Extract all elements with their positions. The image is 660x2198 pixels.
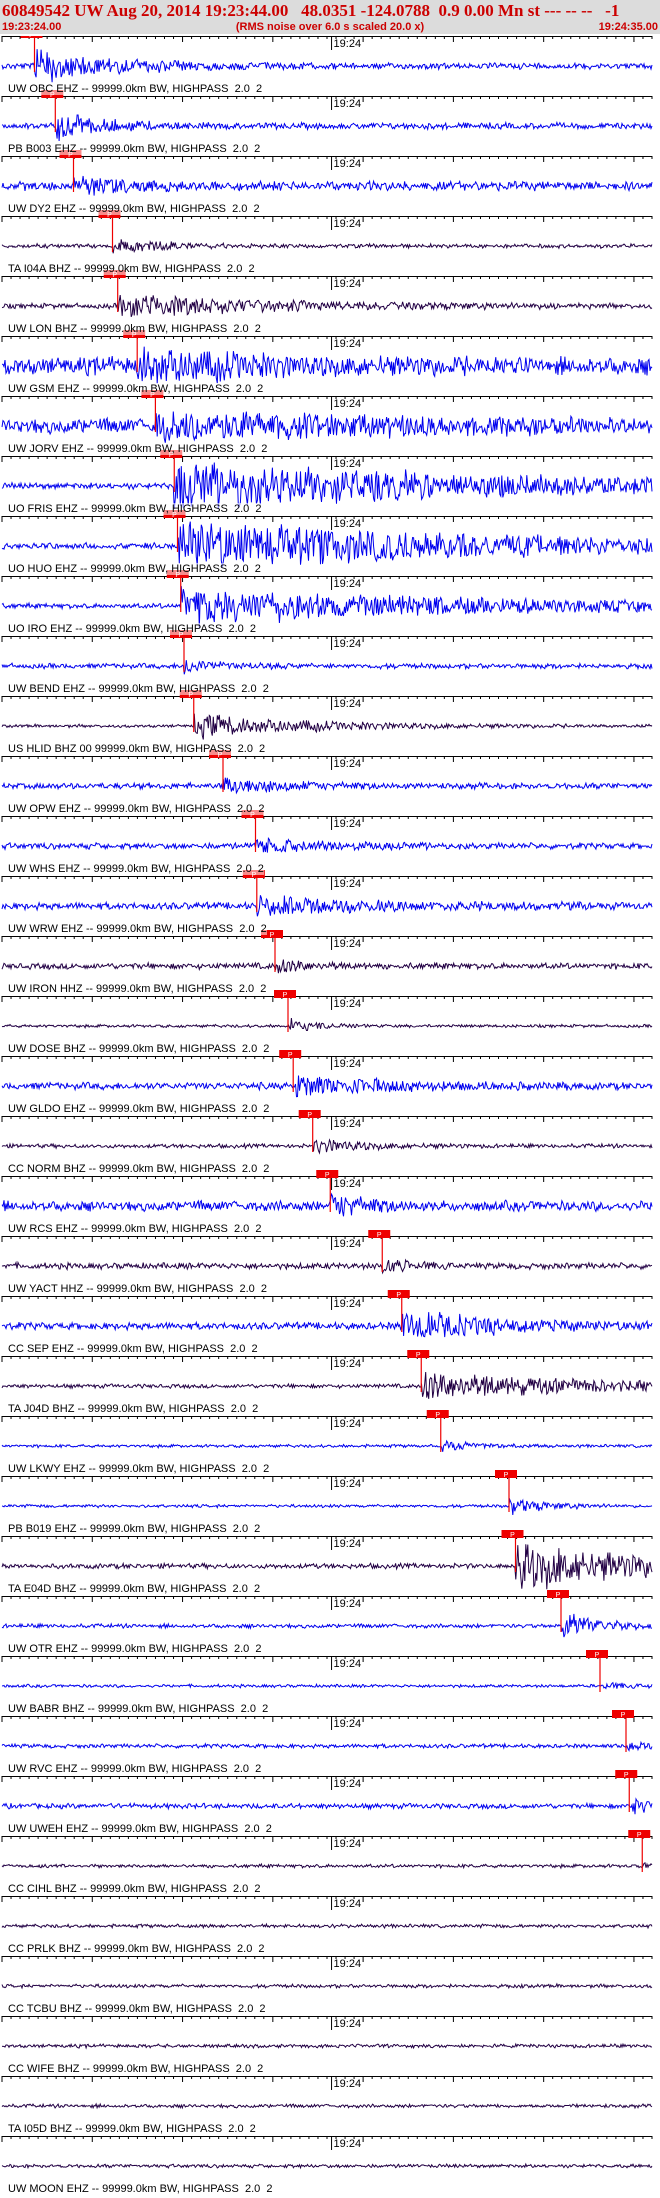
waveform-trace — [1, 1371, 653, 1399]
pick-label: P — [504, 1472, 509, 1479]
waveform-trace — [1, 1681, 653, 1690]
waveform-trace — [1, 1075, 653, 1098]
waveform-trace — [1, 49, 653, 83]
pick-label: P — [29, 36, 34, 39]
waveform-trace — [1, 175, 653, 196]
waveform-trace — [1, 1439, 653, 1452]
waveform-trace — [1, 777, 653, 795]
pick-label: P — [68, 152, 73, 159]
pick-label: P — [637, 1832, 642, 1839]
waveform-trace — [1, 462, 653, 510]
waveform-trace — [1, 836, 653, 853]
pick-label: P — [510, 1532, 515, 1539]
waveform-trace — [1, 1797, 653, 1815]
pick-label: P — [169, 452, 174, 459]
pick-label: P — [250, 812, 255, 819]
pick-label: P — [179, 632, 184, 639]
waveform-trace — [1, 521, 653, 568]
pick-label: P — [251, 872, 256, 879]
waveform-trace — [1, 1544, 653, 1590]
waveform-trace — [1, 239, 653, 254]
rms-note: (RMS noise over 6.0 s scaled 20.0 x) — [235, 21, 425, 33]
waveform-trace — [1, 1497, 653, 1515]
event-title: 60849542 UW Aug 20, 2014 19:23:44.00 48.… — [2, 1, 620, 20]
pick-label: P — [50, 92, 55, 99]
pick-label: P — [188, 692, 193, 699]
waveform-trace — [1, 713, 653, 740]
pick-label: P — [595, 1652, 600, 1659]
pick-label: P — [112, 272, 117, 279]
pick-label: P — [325, 1172, 330, 1179]
pick-label: P — [307, 1112, 312, 1119]
waveform-trace — [1, 895, 653, 917]
waveform-trace — [1, 1740, 653, 1752]
seismogram-plot: P P P P P P P P P P P P P P P P P P P P P P P P P P P P P P P — [1, 36, 653, 2170]
pick-label: P — [175, 572, 180, 579]
pick-label: P — [556, 1592, 561, 1599]
waveform-trace — [1, 1258, 653, 1275]
waveform-trace — [1, 294, 653, 317]
pick-label: P — [150, 392, 155, 399]
waveform-trace — [1, 411, 653, 443]
pick-label: P — [435, 1412, 440, 1419]
waveform-trace — [1, 1613, 653, 1638]
waveform-trace — [1, 586, 653, 629]
waveform-trace — [1, 1861, 653, 1870]
pick-label: P — [132, 332, 137, 339]
waveform-trace — [1, 1018, 653, 1032]
pick-label: P — [621, 1712, 626, 1719]
pick-label: P — [288, 1052, 293, 1059]
waveform-trace — [1, 2102, 653, 2110]
pick-label: P — [107, 212, 112, 219]
end-time-label: 19:24:35.00 — [598, 21, 658, 33]
pick-label: P — [396, 1292, 401, 1299]
waveform-trace — [1, 2162, 653, 2170]
pick-label: P — [218, 752, 223, 759]
pick-label: P — [624, 1772, 629, 1779]
pick-label: P — [270, 932, 275, 939]
waveform-trace — [1, 346, 653, 384]
waveform-trace — [1, 660, 653, 675]
waveform-trace — [1, 1138, 653, 1155]
header-bar: 60849542 UW Aug 20, 2014 19:23:44.00 48.… — [0, 0, 660, 34]
waveform-trace — [1, 114, 653, 142]
pick-label: P — [283, 992, 288, 999]
waveform-trace — [1, 959, 653, 974]
waveform-trace — [1, 1192, 653, 1217]
waveform-trace — [1, 1982, 653, 1990]
pick-label: P — [172, 512, 177, 519]
pick-label: P — [377, 1232, 382, 1239]
waveform-trace — [1, 2042, 653, 2050]
waveform-trace — [1, 1311, 653, 1338]
pick-label: P — [416, 1352, 421, 1359]
waveform-trace — [1, 1922, 653, 1930]
